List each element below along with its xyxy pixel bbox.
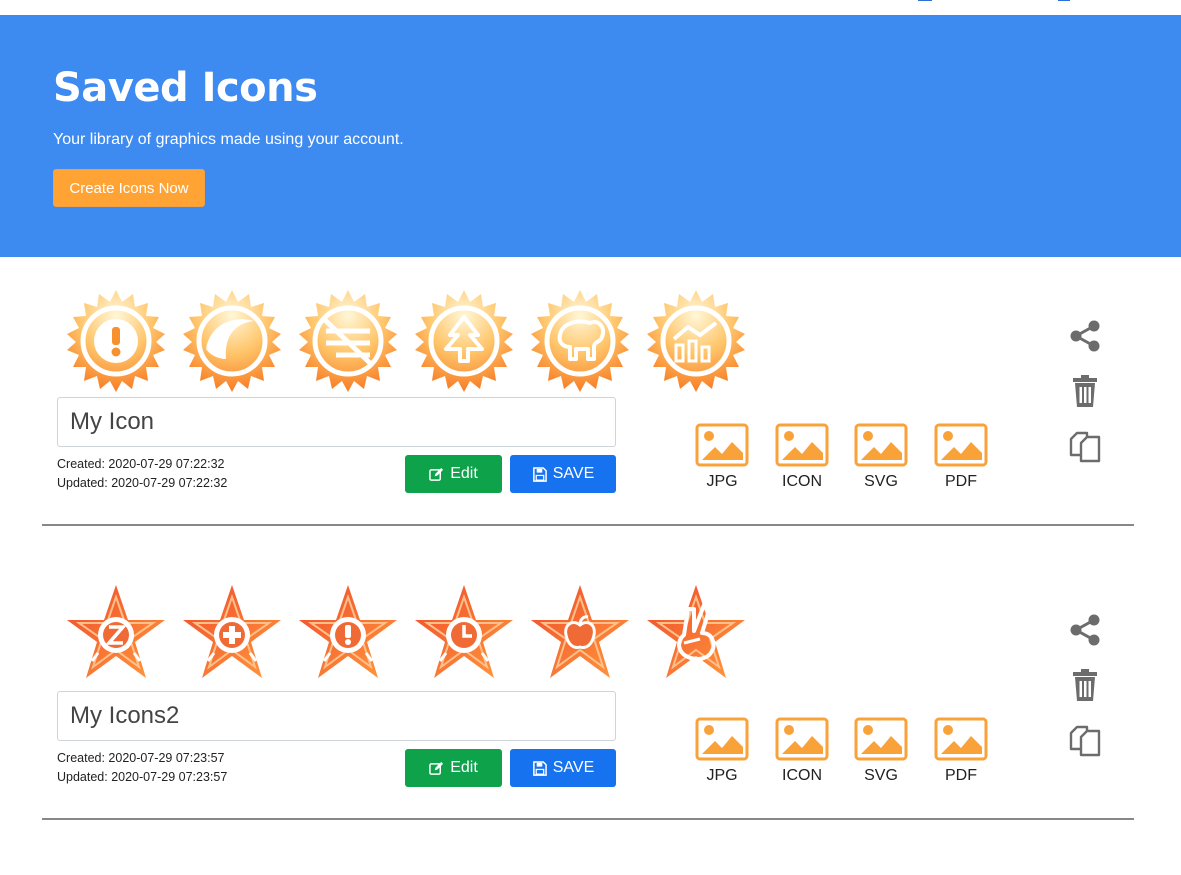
image-icon (934, 423, 988, 467)
icon-row (64, 583, 764, 687)
save-button[interactable]: SAVE (510, 455, 616, 493)
download-icon[interactable]: ICON (774, 717, 830, 785)
trash-icon (1073, 375, 1097, 407)
image-icon (775, 717, 829, 761)
edit-button[interactable]: Edit (405, 749, 502, 787)
updated-date: Updated: 2020-07-29 07:23:57 (57, 770, 228, 784)
download-icon[interactable]: ICON (774, 423, 830, 491)
icon-row (64, 289, 764, 393)
share-button[interactable] (1065, 316, 1105, 356)
image-icon (854, 717, 908, 761)
edit-icon (429, 467, 444, 481)
plus-circle-icon[interactable] (180, 583, 284, 687)
tree-icon[interactable] (412, 289, 516, 393)
updated-date: Updated: 2020-07-29 07:22:32 (57, 476, 228, 490)
created-date: Created: 2020-07-29 07:22:32 (57, 457, 225, 471)
download-svg[interactable]: SVG (853, 717, 909, 785)
trash-icon (1073, 669, 1097, 701)
share-icon (1070, 614, 1100, 646)
page-subtitle: Your library of graphics made using your… (53, 131, 404, 148)
apple-icon[interactable] (528, 583, 632, 687)
timestamps: Created: 2020-07-29 07:23:57 Updated: 20… (57, 749, 227, 787)
icon-set-card: My Icons2 Created: 2020-07-29 07:23:57 U… (42, 583, 1134, 793)
download-svg[interactable]: SVG (853, 423, 909, 491)
copy-icon (1069, 431, 1101, 463)
delete-button[interactable] (1065, 371, 1105, 411)
copy-icon (1069, 725, 1101, 757)
top-bar (0, 0, 1181, 15)
edit-button[interactable]: Edit (405, 455, 502, 493)
created-date: Created: 2020-07-29 07:23:57 (57, 751, 225, 765)
nav-fragment (1058, 0, 1070, 1)
timestamps: Created: 2020-07-29 07:22:32 Updated: 20… (57, 455, 227, 493)
delete-button[interactable] (1065, 665, 1105, 705)
image-icon (775, 423, 829, 467)
image-icon (695, 423, 749, 467)
clock-icon[interactable] (412, 583, 516, 687)
icon-set-card: My Icon Created: 2020-07-29 07:22:32 Upd… (42, 289, 1134, 499)
share-icon (1070, 320, 1100, 352)
share-button[interactable] (1065, 610, 1105, 650)
download-pdf[interactable]: PDF (933, 717, 989, 785)
chart-icon[interactable] (644, 289, 748, 393)
edit-icon (429, 761, 444, 775)
no-lines-icon[interactable] (296, 289, 400, 393)
create-icons-button[interactable]: Create Icons Now (53, 169, 205, 207)
exclamation-icon[interactable] (296, 583, 400, 687)
icon-set-name-field[interactable]: My Icon (57, 397, 616, 447)
icon-set-name-field[interactable]: My Icons2 (57, 691, 616, 741)
floppy-icon (532, 760, 547, 776)
crescent-icon[interactable] (180, 289, 284, 393)
peace-hand-icon[interactable] (644, 583, 748, 687)
duplicate-button[interactable] (1065, 425, 1105, 465)
image-icon (934, 717, 988, 761)
floppy-icon (532, 466, 547, 482)
nav-fragment (918, 0, 932, 1)
download-jpg[interactable]: JPG (694, 423, 750, 491)
save-button[interactable]: SAVE (510, 749, 616, 787)
exclamation-icon[interactable] (64, 289, 168, 393)
download-jpg[interactable]: JPG (694, 717, 750, 785)
image-icon (854, 423, 908, 467)
page-title: Saved Icons (53, 65, 318, 111)
elephant-icon[interactable] (528, 289, 632, 393)
duplicate-button[interactable] (1065, 719, 1105, 759)
divider (42, 818, 1134, 820)
divider (42, 524, 1134, 526)
image-icon (695, 717, 749, 761)
z-circle-icon[interactable] (64, 583, 168, 687)
download-pdf[interactable]: PDF (933, 423, 989, 491)
hero-banner: Saved Icons Your library of graphics mad… (0, 15, 1181, 257)
